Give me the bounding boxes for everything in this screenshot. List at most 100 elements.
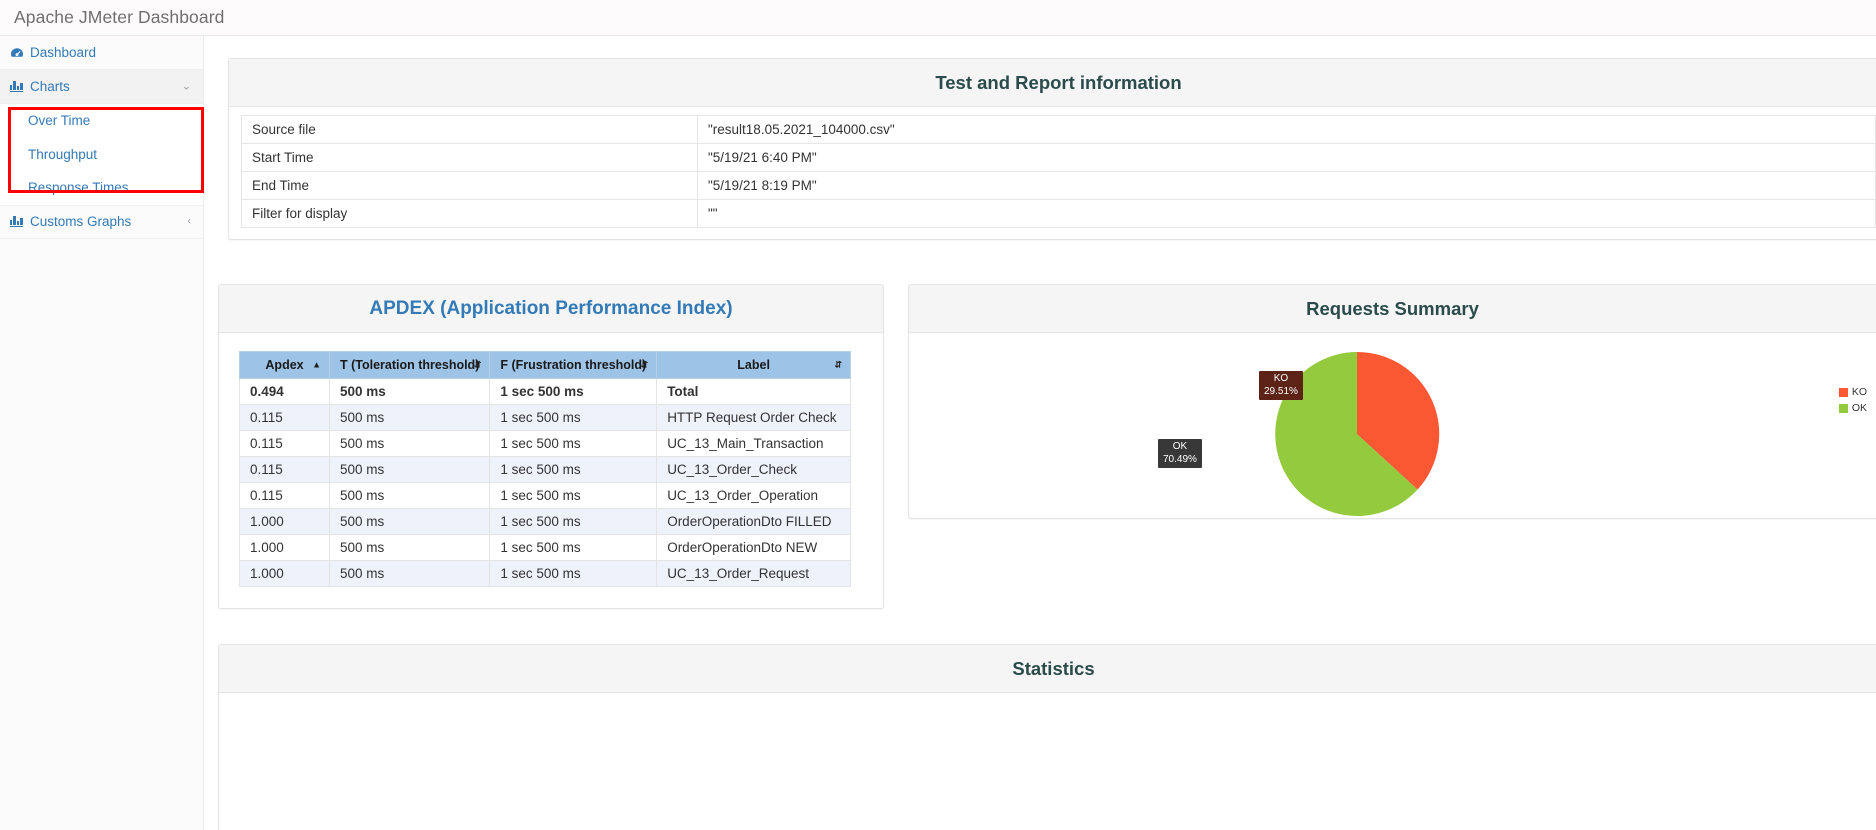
column-header-label[interactable]: Label ⇵	[656, 351, 851, 379]
sidebar-subitem-label: Throughput	[28, 146, 98, 162]
statistics-panel: Statistics	[218, 644, 1876, 830]
table-row: 0.494 500 ms 1 sec 500 ms Total	[238, 378, 851, 405]
column-header-toleration[interactable]: T (Toleration threshold) ⇵	[329, 351, 491, 379]
test-info-table: Source file "result18.05.2021_104000.csv…	[241, 115, 1876, 228]
apdex-panel: APDEX (Application Performance Index) Ap…	[218, 284, 884, 609]
cell-toleration: 500 ms	[329, 456, 491, 483]
sidebar-subitem-over-time[interactable]: Over Time	[0, 104, 203, 138]
bar-chart-icon	[10, 216, 28, 227]
info-key: Start Time	[241, 143, 698, 172]
test-report-info-panel: Test and Report information Source file …	[228, 58, 1876, 240]
cell-apdex: 1.000	[238, 560, 331, 587]
cell-apdex: 0.115	[238, 456, 331, 483]
cell-label: OrderOperationDto NEW	[656, 534, 851, 561]
column-header-label: Label	[737, 358, 770, 372]
pie-slice-label-ok-value: 70.49%	[1163, 453, 1197, 465]
table-row: 0.115 500 ms 1 sec 500 ms UC_13_Main_Tra…	[238, 430, 851, 457]
cell-frustration: 1 sec 500 ms	[489, 430, 658, 457]
sidebar: Dashboard Charts ⌄ Over Time Throughput …	[0, 36, 204, 830]
panel-body: KO 29.51% OK 70.49% KO OK	[909, 333, 1876, 529]
panel-heading: APDEX (Application Performance Index)	[219, 285, 883, 333]
cell-label: Total	[656, 378, 851, 405]
column-header-label: F (Frustration threshold)	[500, 358, 647, 372]
table-row: End Time "5/19/21 8:19 PM"	[241, 171, 1876, 200]
legend-swatch-ok	[1838, 403, 1848, 413]
sidebar-item-label: Charts	[30, 79, 70, 94]
column-header-apdex[interactable]: Apdex ▲	[238, 351, 331, 379]
panel-body	[219, 693, 1876, 830]
sidebar-item-customs-graphs[interactable]: Customs Graphs ‹	[0, 204, 203, 239]
panel-title: Test and Report information	[935, 71, 1182, 93]
sidebar-subitem-label: Over Time	[28, 113, 91, 129]
pie-slice-label-ko-name: KO	[1273, 373, 1289, 384]
cell-label: UC_13_Order_Request	[656, 560, 851, 587]
sort-both-icon[interactable]: ⇵	[474, 360, 482, 370]
pie-slice-label-ko-value: 29.51%	[1264, 385, 1298, 397]
sidebar-subitem-response-times[interactable]: Response Times	[0, 171, 203, 205]
requests-summary-pie-chart[interactable]	[1147, 341, 1567, 527]
top-navbar: Apache JMeter Dashboard	[0, 0, 1876, 36]
column-header-label: Apdex	[265, 358, 304, 372]
cell-frustration: 1 sec 500 ms	[489, 404, 658, 431]
sidebar-item-dashboard[interactable]: Dashboard	[0, 36, 203, 70]
cell-label: HTTP Request Order Check	[656, 404, 851, 431]
cell-frustration: 1 sec 500 ms	[489, 378, 658, 405]
cell-toleration: 500 ms	[329, 482, 491, 509]
table-row: 1.000 500 ms 1 sec 500 ms OrderOperation…	[238, 508, 851, 535]
cell-label: UC_13_Main_Transaction	[656, 430, 851, 457]
cell-toleration: 500 ms	[329, 560, 491, 587]
cell-frustration: 1 sec 500 ms	[489, 482, 658, 509]
cell-toleration: 500 ms	[329, 430, 491, 457]
legend-item-ok[interactable]: OK	[1838, 401, 1867, 415]
table-header-row: Apdex ▲ T (Toleration threshold) ⇵ F (Fr…	[238, 351, 851, 379]
main-content: Test and Report information Source file …	[204, 36, 1876, 830]
cell-toleration: 500 ms	[329, 508, 491, 535]
legend-item-ko[interactable]: KO	[1838, 385, 1867, 399]
cell-frustration: 1 sec 500 ms	[489, 534, 658, 561]
panel-heading: Test and Report information	[229, 59, 1876, 107]
dashboard-gauge-icon	[10, 47, 28, 59]
cell-apdex: 0.494	[238, 378, 331, 405]
sort-asc-icon[interactable]: ▲	[312, 360, 321, 370]
cell-apdex: 0.115	[238, 430, 331, 457]
apdex-table: Apdex ▲ T (Toleration threshold) ⇵ F (Fr…	[238, 351, 851, 587]
chevron-left-icon[interactable]: ‹	[187, 216, 191, 227]
bar-chart-icon	[10, 81, 28, 92]
sidebar-subitem-throughput[interactable]: Throughput	[0, 138, 203, 172]
panel-title: Requests Summary	[1306, 297, 1479, 319]
pie-chart-legend: KO OK	[1838, 385, 1867, 417]
legend-label: OK	[1851, 402, 1867, 414]
cell-label: UC_13_Order_Check	[656, 456, 851, 483]
panel-body: Apdex ▲ T (Toleration threshold) ⇵ F (Fr…	[219, 333, 883, 609]
legend-swatch-ko	[1838, 387, 1848, 397]
cell-frustration: 1 sec 500 ms	[489, 560, 658, 587]
app-title: Apache JMeter Dashboard	[14, 7, 225, 27]
requests-summary-panel: Requests Summary KO 29.51% OK 70.49% KO …	[908, 284, 1876, 519]
table-row: 0.115 500 ms 1 sec 500 ms UC_13_Order_Ch…	[238, 456, 851, 483]
cell-apdex: 0.115	[238, 404, 331, 431]
info-value: "5/19/21 8:19 PM"	[697, 171, 1876, 200]
cell-toleration: 500 ms	[329, 534, 491, 561]
column-header-label: T (Toleration threshold)	[340, 358, 480, 372]
info-key: Filter for display	[241, 199, 698, 228]
column-header-frustration[interactable]: F (Frustration threshold) ⇵	[489, 351, 658, 379]
cell-apdex: 0.115	[238, 482, 331, 509]
sidebar-item-label: Customs Graphs	[30, 214, 132, 229]
panel-heading: Requests Summary	[909, 285, 1876, 333]
pie-slice-label-ok-name: OK	[1172, 441, 1188, 452]
sidebar-item-charts[interactable]: Charts ⌄	[0, 70, 203, 104]
cell-frustration: 1 sec 500 ms	[489, 456, 658, 483]
cell-label: UC_13_Order_Operation	[656, 482, 851, 509]
sort-both-icon[interactable]: ⇵	[834, 360, 842, 370]
table-row: 1.000 500 ms 1 sec 500 ms UC_13_Order_Re…	[238, 560, 851, 587]
sort-both-icon[interactable]: ⇵	[641, 360, 649, 370]
table-row: Start Time "5/19/21 6:40 PM"	[241, 143, 1876, 172]
legend-label: KO	[1851, 386, 1867, 398]
info-key: End Time	[241, 171, 698, 200]
info-value: "5/19/21 6:40 PM"	[697, 143, 1876, 172]
info-value: ""	[697, 199, 1876, 228]
table-row: 0.115 500 ms 1 sec 500 ms UC_13_Order_Op…	[238, 482, 851, 509]
panel-body: Source file "result18.05.2021_104000.csv…	[229, 107, 1876, 238]
table-row: 1.000 500 ms 1 sec 500 ms OrderOperation…	[238, 534, 851, 561]
chevron-down-icon[interactable]: ⌄	[182, 81, 191, 92]
